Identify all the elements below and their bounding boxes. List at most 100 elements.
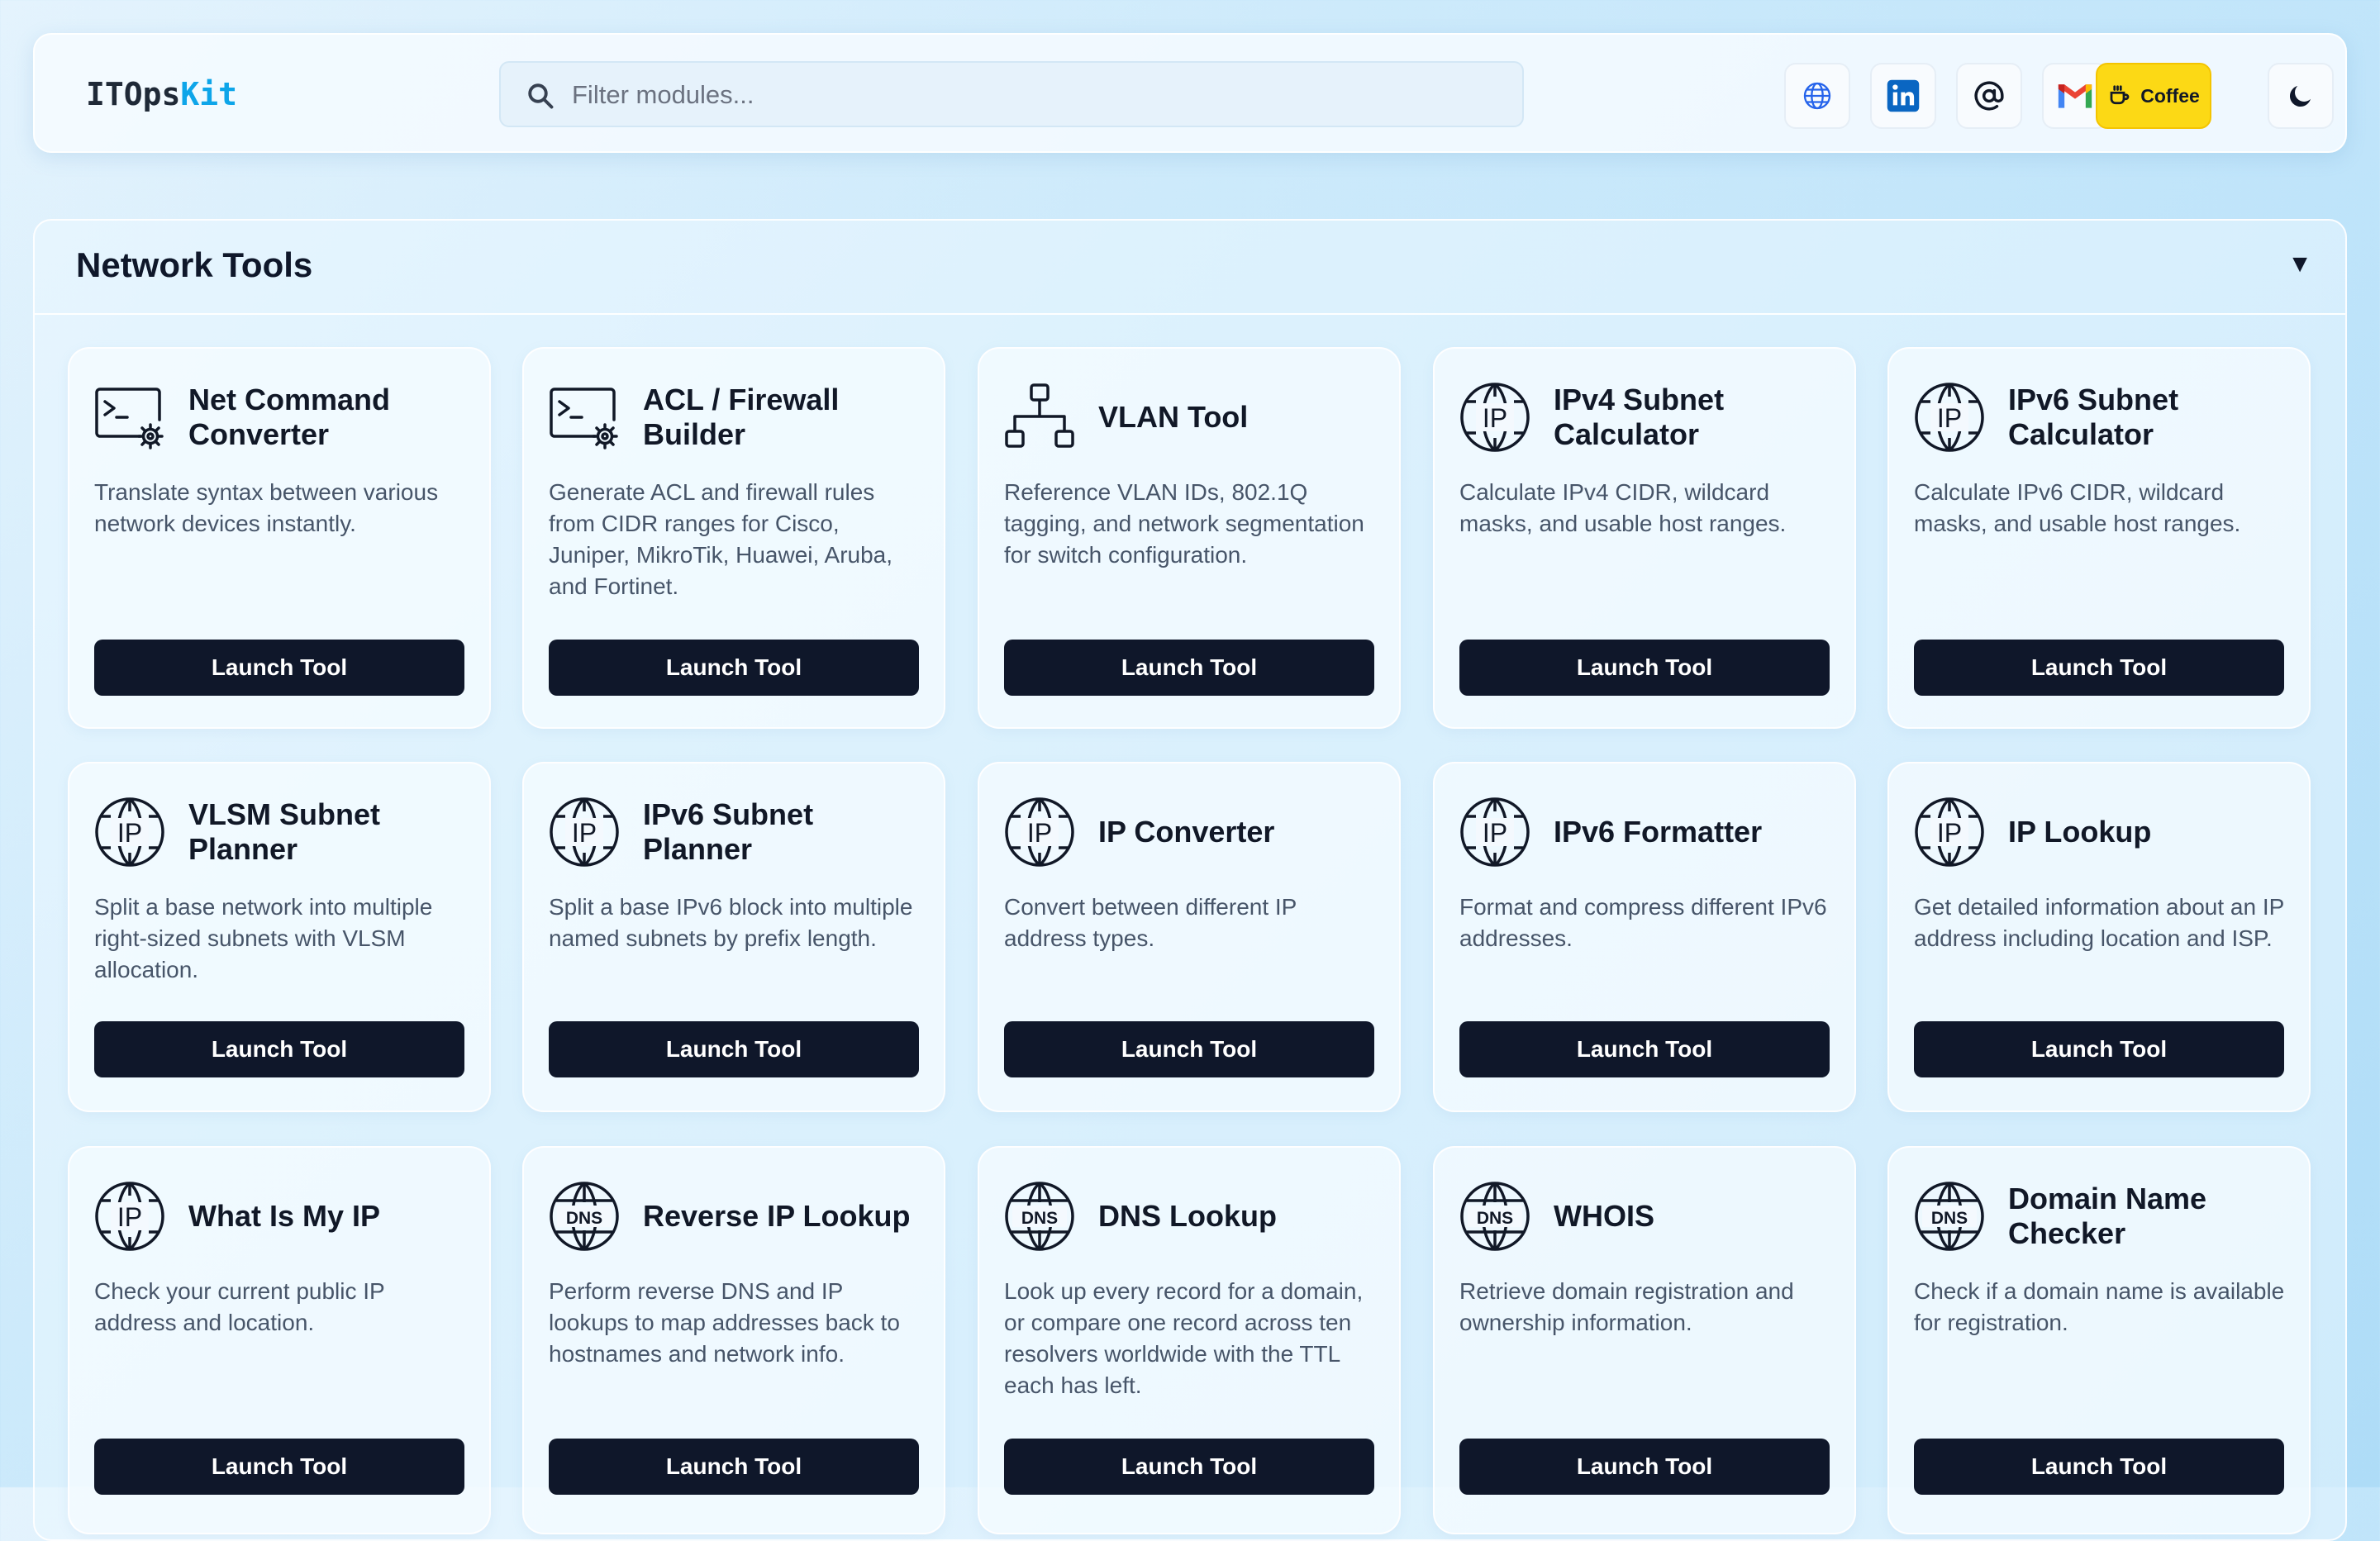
- svg-text:DNS: DNS: [1021, 1209, 1058, 1228]
- ip-globe-icon: IP: [1459, 797, 1530, 868]
- dns-globe-icon: DNS: [1004, 1181, 1075, 1252]
- tool-card-description: Look up every record for a domain, or co…: [1004, 1278, 1364, 1398]
- coffee-button[interactable]: Coffee: [2096, 63, 2211, 129]
- svg-text:DNS: DNS: [1931, 1209, 1968, 1228]
- tool-card-title: IPv6 Subnet Planner: [643, 797, 814, 866]
- tool-card-ip-lookup: IP IP Lookup Get detailed information abo…: [1887, 762, 2311, 1112]
- ip-globe-icon: IP: [1459, 382, 1530, 453]
- tool-card-title: What Is My IP: [188, 1199, 381, 1233]
- tool-card-whois: DNS WHOIS Retrieve domain registration an…: [1433, 1146, 1856, 1534]
- launch-tool-button[interactable]: Launch Tool: [1004, 1021, 1374, 1077]
- terminal-gear-icon: [549, 382, 620, 453]
- launch-tool-button[interactable]: Launch Tool: [1004, 640, 1374, 696]
- tool-card-title: VLSM Subnet Planner: [188, 797, 380, 866]
- linkedin-icon: [1887, 79, 1920, 112]
- section-header[interactable]: Network Tools ▼: [35, 221, 2345, 315]
- globe-icon: [1803, 82, 1831, 110]
- launch-tool-button[interactable]: Launch Tool: [1914, 1439, 2284, 1495]
- tool-card-title: DNS Lookup: [1098, 1199, 1277, 1233]
- ip-globe-icon: IP: [94, 797, 165, 868]
- tool-card-description: Reference VLAN IDs, 802.1Q tagging, and …: [1004, 479, 1364, 568]
- tool-card-description: Calculate IPv6 CIDR, wildcard masks, and…: [1914, 479, 2241, 536]
- tool-card-ipv6-subnet-calculator: IP IPv6 Subnet Calculator Calculate IPv6 …: [1887, 347, 2311, 729]
- svg-text:IP: IP: [1937, 403, 1962, 433]
- tool-card-description: Get detailed information about an IP add…: [1914, 894, 2284, 951]
- tool-card-title: IPv6 Subnet Calculator: [2008, 383, 2179, 451]
- tool-card-description: Translate syntax between various network…: [94, 479, 439, 536]
- tool-card-title: WHOIS: [1554, 1199, 1654, 1233]
- launch-tool-button[interactable]: Launch Tool: [549, 1439, 919, 1495]
- tool-card-description: Generate ACL and firewall rules from CID…: [549, 479, 893, 599]
- tool-card-description: Convert between different IP address typ…: [1004, 894, 1297, 951]
- launch-tool-button[interactable]: Launch Tool: [549, 1021, 919, 1077]
- tool-card-title: IPv6 Formatter: [1554, 815, 1763, 849]
- tool-card-dns-lookup: DNS DNS Lookup Look up every record for a…: [978, 1146, 1401, 1534]
- moon-icon: [2289, 86, 2311, 107]
- launch-tool-button[interactable]: Launch Tool: [94, 1439, 464, 1495]
- collapse-toggle-icon[interactable]: ▼: [2287, 250, 2312, 278]
- svg-text:IP: IP: [117, 1202, 142, 1232]
- tool-card-description: Split a base IPv6 block into multiple na…: [549, 894, 913, 951]
- ip-globe-icon: IP: [94, 1181, 165, 1252]
- tool-card-title: Net Command Converter: [188, 383, 391, 451]
- search-box: [499, 61, 1524, 127]
- linkedin-button[interactable]: [1870, 63, 1936, 129]
- top-header: ITOpsKit Coffee: [33, 33, 2347, 153]
- tool-card-ipv6-formatter: IP IPv6 Formatter Format and compress dif…: [1433, 762, 1856, 1112]
- svg-text:IP: IP: [572, 818, 597, 848]
- tool-card-title: VLAN Tool: [1098, 400, 1249, 434]
- svg-text:IP: IP: [1483, 403, 1507, 433]
- ip-globe-icon: IP: [1914, 797, 1985, 868]
- tool-card-vlsm-subnet-planner: IP VLSM Subnet Planner Split a base netwo…: [68, 762, 491, 1112]
- tool-card-ip-converter: IP IP Converter Convert between different…: [978, 762, 1401, 1112]
- dns-globe-icon: DNS: [549, 1181, 620, 1252]
- ip-globe-icon: IP: [549, 797, 620, 868]
- section-title: Network Tools: [76, 245, 313, 284]
- gmail-icon: [2058, 84, 2092, 108]
- coffee-icon: [2110, 85, 2130, 105]
- tool-card-title: IP Lookup: [2008, 815, 2152, 849]
- svg-text:IP: IP: [1937, 818, 1962, 848]
- svg-text:DNS: DNS: [566, 1209, 602, 1228]
- launch-tool-button[interactable]: Launch Tool: [94, 1021, 464, 1077]
- ip-globe-icon: IP: [1004, 797, 1075, 868]
- dns-globe-icon: DNS: [1914, 1181, 1985, 1252]
- launch-tool-button[interactable]: Launch Tool: [549, 640, 919, 696]
- tool-card-description: Format and compress different IPv6 addre…: [1459, 894, 1827, 951]
- tool-card-title: IP Converter: [1098, 815, 1275, 849]
- tool-card-description: Check if a domain name is available for …: [1914, 1278, 2285, 1335]
- launch-tool-button[interactable]: Launch Tool: [1459, 640, 1830, 696]
- launch-tool-button[interactable]: Launch Tool: [1459, 1439, 1830, 1495]
- search-input[interactable]: [570, 68, 1483, 122]
- tool-card-title: ACL / Firewall Builder: [643, 383, 840, 451]
- tool-card-title: Reverse IP Lookup: [643, 1199, 911, 1233]
- tool-card-reverse-ip-lookup: DNS Reverse IP Lookup Perform reverse DNS…: [522, 1146, 945, 1534]
- app-logo[interactable]: ITOpsKit: [86, 76, 237, 112]
- launch-tool-button[interactable]: Launch Tool: [1004, 1439, 1374, 1495]
- theme-toggle-button[interactable]: [2268, 63, 2334, 129]
- terminal-gear-icon: [94, 382, 165, 453]
- tool-card-ipv6-subnet-planner: IP IPv6 Subnet Planner Split a base IPv6 …: [522, 762, 945, 1112]
- launch-tool-button[interactable]: Launch Tool: [1459, 1021, 1830, 1077]
- tool-card-domain-name-checker: DNS Domain Name Checker Check if a domain…: [1887, 1146, 2311, 1534]
- coffee-label: Coffee: [2140, 84, 2200, 107]
- at-sign-icon: [1974, 81, 2004, 111]
- tool-card-vlan-tool: VLAN Tool Reference VLAN IDs, 802.1Q tagg…: [978, 347, 1401, 729]
- launch-tool-button[interactable]: Launch Tool: [1914, 640, 2284, 696]
- launch-tool-button[interactable]: Launch Tool: [1914, 1021, 2284, 1077]
- tool-card-description: Perform reverse DNS and IP lookups to ma…: [549, 1278, 900, 1367]
- svg-text:IP: IP: [1483, 818, 1507, 848]
- website-button[interactable]: [1784, 63, 1850, 129]
- svg-text:IP: IP: [117, 818, 142, 848]
- tool-card-description: Calculate IPv4 CIDR, wildcard masks, and…: [1459, 479, 1787, 536]
- launch-tool-button[interactable]: Launch Tool: [94, 640, 464, 696]
- tool-card-acl-firewall-builder: ACL / Firewall Builder Generate ACL and f…: [522, 347, 945, 729]
- tool-card-description: Split a base network into multiple right…: [94, 894, 433, 982]
- tool-card-what-is-my-ip: IP What Is My IP Check your current publi…: [68, 1146, 491, 1534]
- email-button[interactable]: [1956, 63, 2022, 129]
- svg-text:DNS: DNS: [1477, 1209, 1513, 1228]
- tool-card-description: Retrieve domain registration and ownersh…: [1459, 1278, 1794, 1335]
- tool-card-description: Check your current public IP address and…: [94, 1278, 385, 1335]
- network-topology-icon: [1004, 382, 1075, 453]
- dns-globe-icon: DNS: [1459, 1181, 1530, 1252]
